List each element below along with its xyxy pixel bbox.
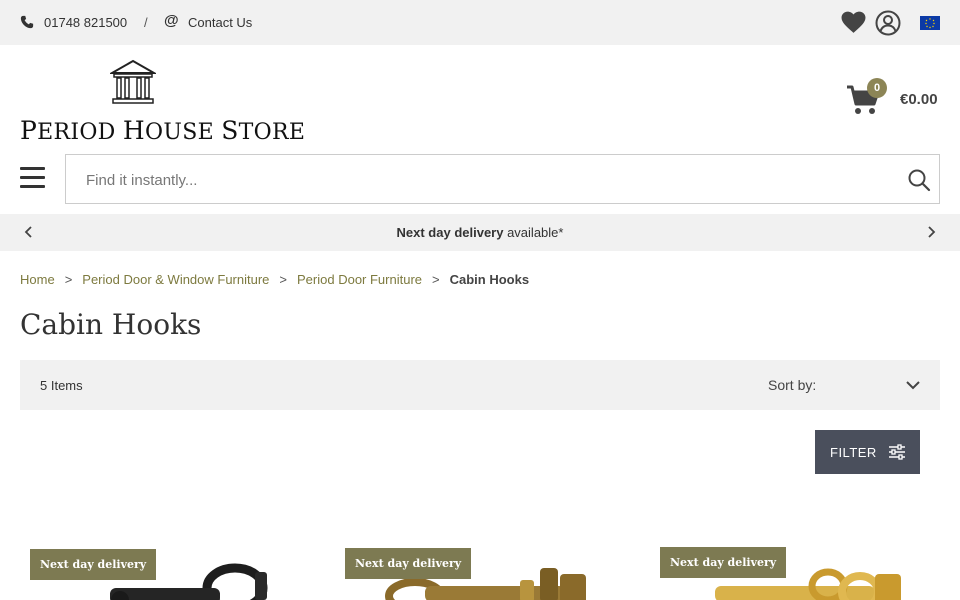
promo-message-bold: Next day delivery <box>396 225 504 240</box>
promo-message: Next day delivery available* <box>0 225 960 240</box>
account-icon[interactable] <box>875 10 901 36</box>
top-bar: 01748 821500 / @ Contact Us <box>0 0 960 45</box>
search-input[interactable] <box>86 169 866 191</box>
item-count: 5 Items <box>40 378 83 393</box>
menu-bar <box>20 167 45 170</box>
logo-letter: S <box>221 116 239 145</box>
next-day-delivery-badge: Next day delivery <box>345 548 472 579</box>
eu-flag-icon[interactable] <box>920 16 940 30</box>
breadcrumb-separator: > <box>279 272 288 287</box>
logo-text-part: eriod <box>37 120 123 145</box>
product-card[interactable]: Next day delivery <box>345 490 635 600</box>
logo-text-part: ouse <box>145 120 222 145</box>
logo-letter: P <box>20 116 38 145</box>
breadcrumb-current: Cabin Hooks <box>449 272 530 287</box>
page-title: Cabin Hooks <box>20 308 202 341</box>
contact-us-link[interactable]: Contact Us <box>188 15 252 30</box>
cart-count-badge[interactable]: 0 <box>867 78 887 98</box>
search-box <box>65 154 940 204</box>
sliders-icon <box>889 444 905 460</box>
filter-label: FILTER <box>830 445 877 460</box>
sort-dropdown[interactable]: Sort by: <box>768 377 816 393</box>
phone-number-link[interactable]: 01748 821500 <box>44 15 127 30</box>
product-card[interactable]: Next day delivery <box>660 490 950 600</box>
product-image-black-cabin-hook[interactable] <box>30 490 320 600</box>
wishlist-heart-icon[interactable] <box>841 11 866 34</box>
breadcrumb-link-door-window[interactable]: Period Door & Window Furniture <box>82 272 269 287</box>
chevron-right-icon[interactable] <box>924 225 938 239</box>
filter-button[interactable]: FILTER <box>815 430 920 474</box>
logo-letter: H <box>122 116 146 145</box>
product-card[interactable]: Next day delivery <box>30 490 320 600</box>
cart-total[interactable]: €0.00 <box>900 91 938 108</box>
phone-icon <box>20 15 34 29</box>
breadcrumb-separator: > <box>64 272 73 287</box>
logo-text-part: tore <box>238 120 306 145</box>
logo-building-icon[interactable] <box>110 59 156 105</box>
product-image-aged-brass-cabin-hook[interactable] <box>345 490 635 600</box>
next-day-delivery-badge: Next day delivery <box>660 547 787 578</box>
topbar-separator: / <box>144 15 148 30</box>
listing-toolbar: 5 Items Sort by: <box>20 360 940 410</box>
at-icon: @ <box>164 12 179 29</box>
hamburger-menu-icon[interactable] <box>20 167 45 189</box>
promo-carousel: Next day delivery available* <box>0 214 960 251</box>
breadcrumb-separator: > <box>432 272 440 287</box>
logo-wordmark[interactable]: Period House Store <box>20 116 305 145</box>
promo-message-rest: available* <box>503 225 564 240</box>
search-icon[interactable] <box>907 168 931 192</box>
chevron-down-icon[interactable] <box>905 378 921 392</box>
breadcrumb-link-door-furniture[interactable]: Period Door Furniture <box>297 272 422 287</box>
breadcrumb-link-home[interactable]: Home <box>20 272 55 287</box>
menu-bar <box>20 176 45 179</box>
product-image-polished-brass-cabin-hook[interactable] <box>660 490 950 600</box>
next-day-delivery-badge: Next day delivery <box>30 549 157 580</box>
breadcrumb: Home > Period Door & Window Furniture > Peri… <box>20 272 529 287</box>
menu-bar <box>20 185 45 188</box>
